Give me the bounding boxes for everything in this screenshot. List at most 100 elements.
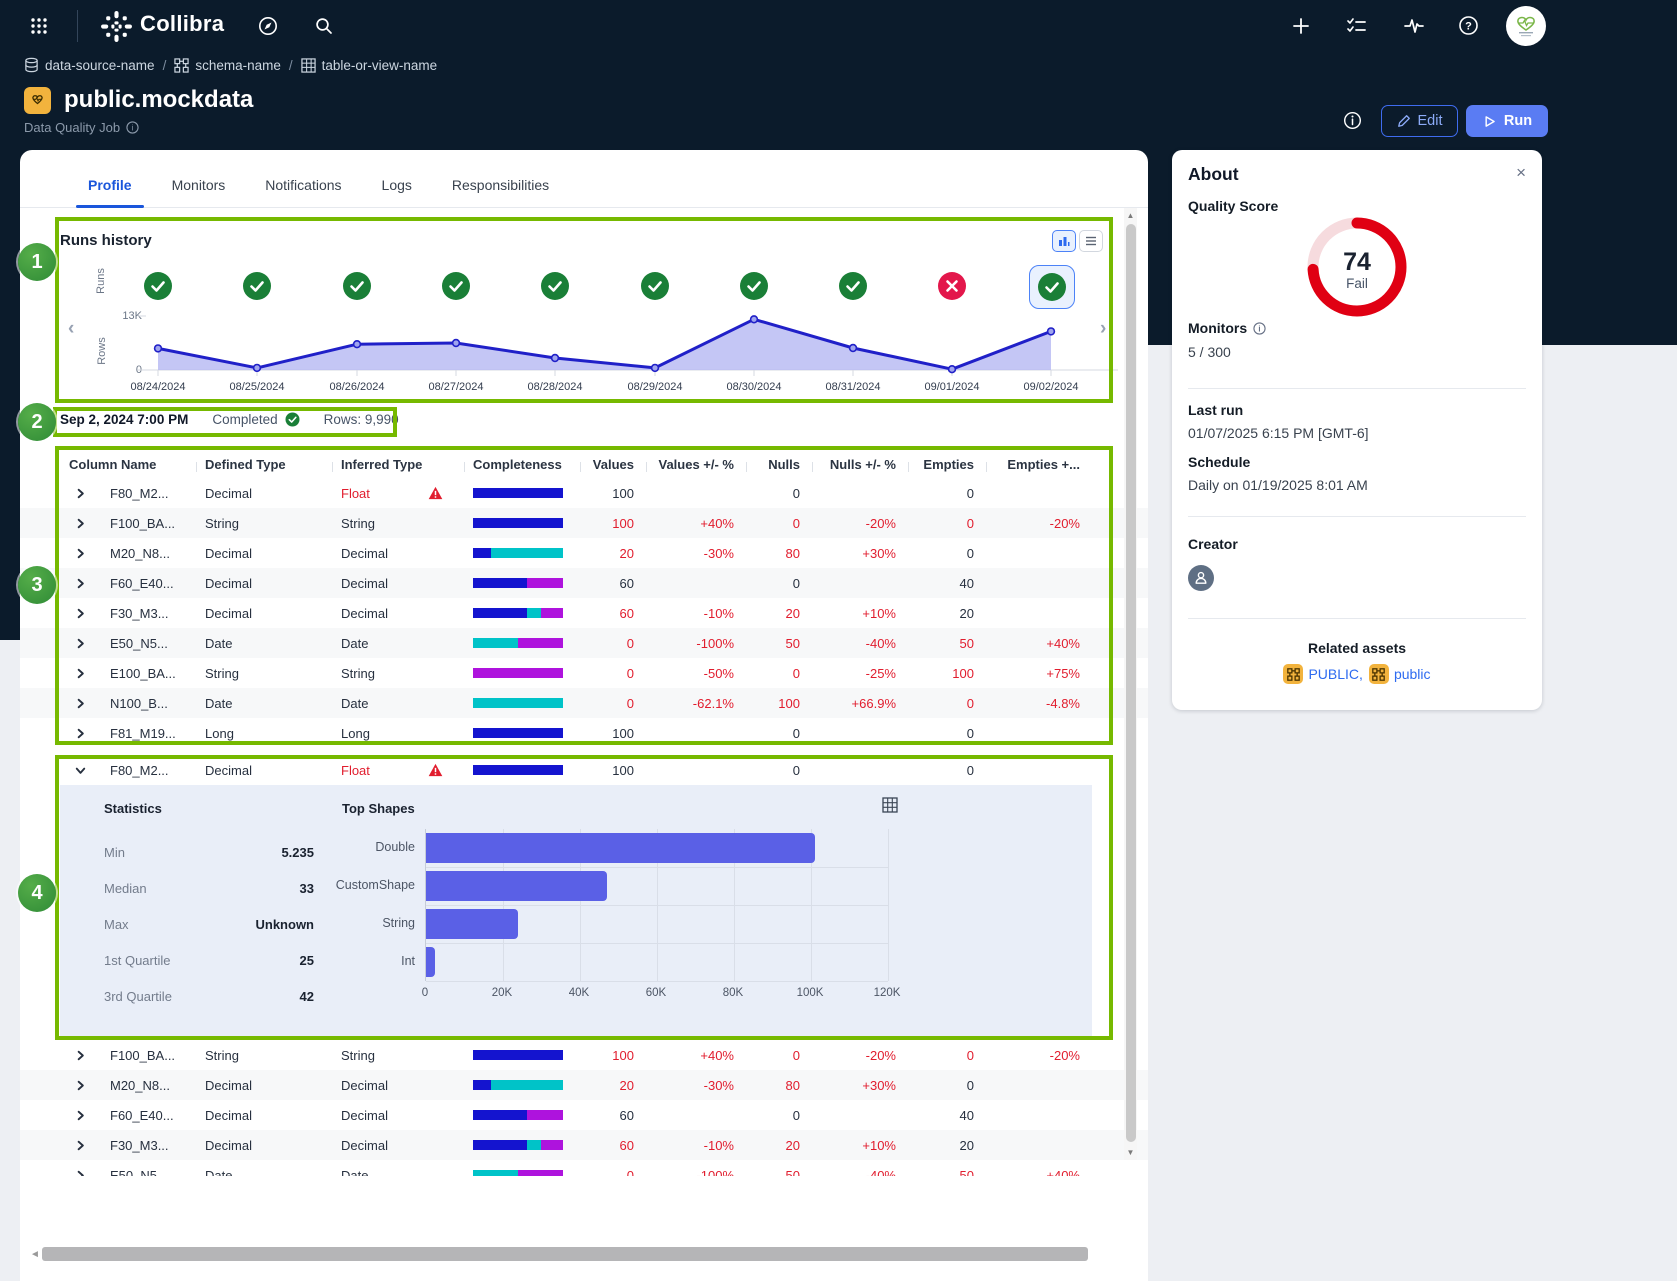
column-header-1[interactable]: Column Name xyxy=(60,457,196,472)
table-row-F80_M2[interactable]: F80_M2...DecimalFloat10000 xyxy=(20,478,1148,508)
breadcrumb-item-table-or-view-name[interactable]: table-or-view-name xyxy=(301,58,438,73)
breadcrumb-item-schema-name[interactable]: schema-name xyxy=(174,58,281,73)
metric-cell-1: 0 xyxy=(580,1168,646,1177)
row-expand-icon[interactable] xyxy=(60,696,100,711)
tasks-checklist-icon[interactable] xyxy=(1347,17,1367,35)
collibra-logo-icon[interactable] xyxy=(100,10,133,43)
user-avatar[interactable] xyxy=(1506,6,1546,46)
row-expand-icon[interactable] xyxy=(60,763,100,778)
table-row-F60_E40[interactable]: F60_E40...DecimalDecimal60040 xyxy=(20,1100,1148,1130)
horizontal-scroll-thumb[interactable] xyxy=(42,1247,1088,1261)
table-row-F30_M3[interactable]: F30_M3...DecimalDecimal60-10%20+10%20 xyxy=(20,598,1148,628)
edit-button[interactable]: Edit xyxy=(1381,105,1458,137)
table-row-E50_N5[interactable]: E50_N5...DateDate0-100%50-40%50+40% xyxy=(20,1160,1148,1176)
run-status-pass-6[interactable] xyxy=(633,265,677,307)
close-icon[interactable]: × xyxy=(1516,163,1526,183)
run-status-pass-7[interactable] xyxy=(732,265,776,307)
carousel-prev-icon[interactable]: ‹ xyxy=(68,318,74,340)
column-header-4[interactable]: Completeness xyxy=(464,457,580,472)
column-header-6[interactable]: Values +/- % xyxy=(646,457,746,472)
left-dark-strip xyxy=(0,345,20,640)
row-expand-icon[interactable] xyxy=(60,1168,100,1177)
activity-pulse-icon[interactable] xyxy=(1404,17,1424,35)
column-header-10[interactable]: Empties +... xyxy=(986,457,1092,472)
tab-notifications[interactable]: Notifications xyxy=(249,177,357,207)
run-status-pass-4[interactable] xyxy=(434,265,478,307)
column-header-7[interactable]: Nulls xyxy=(746,457,812,472)
table-row-F100_BA[interactable]: F100_BA...StringString100+40%0-20%0-20% xyxy=(20,508,1148,538)
run-status-pass-1[interactable] xyxy=(136,265,180,307)
add-icon[interactable] xyxy=(1292,17,1310,35)
vertical-scroll-thumb[interactable] xyxy=(1126,224,1136,1142)
column-header-2[interactable]: Defined Type xyxy=(196,457,332,472)
shape-bar-string[interactable] xyxy=(426,909,518,939)
search-icon[interactable] xyxy=(315,17,333,35)
tab-logs[interactable]: Logs xyxy=(366,177,428,207)
creator-avatar[interactable] xyxy=(1188,565,1214,591)
horizontal-scrollbar[interactable]: ◄ xyxy=(28,1246,1120,1262)
column-header-9[interactable]: Empties xyxy=(908,457,986,472)
tab-monitors[interactable]: Monitors xyxy=(156,177,242,207)
related-asset-PUBLIC[interactable]: PUBLIC, xyxy=(1283,664,1362,684)
compass-icon[interactable] xyxy=(258,16,278,36)
row-expand-icon[interactable] xyxy=(60,1138,100,1153)
page-info-icon[interactable] xyxy=(1343,111,1362,130)
table-row-E100_BA[interactable]: E100_BA...StringString0-50%0-25%100+75% xyxy=(20,658,1148,688)
column-header-3[interactable]: Inferred Type xyxy=(332,457,464,472)
tab-responsibilities[interactable]: Responsibilities xyxy=(436,177,565,207)
run-status-pass-5[interactable] xyxy=(533,265,577,307)
row-expand-icon[interactable] xyxy=(60,486,100,501)
shape-bar-customshape[interactable] xyxy=(426,871,607,901)
metric-cell-1: 100 xyxy=(580,486,646,501)
monitors-info-icon[interactable]: i xyxy=(1253,322,1266,335)
row-expand-icon[interactable] xyxy=(60,1048,100,1063)
row-expand-icon[interactable] xyxy=(60,1078,100,1093)
table-row-F30_M3[interactable]: F30_M3...DecimalDecimal60-10%20+10%20 xyxy=(20,1130,1148,1160)
run-status-fail-9[interactable] xyxy=(930,265,974,307)
column-header-5[interactable]: Values xyxy=(580,457,646,472)
row-expand-icon[interactable] xyxy=(60,606,100,621)
row-expand-icon[interactable] xyxy=(60,666,100,681)
table-row-F60_E40[interactable]: F60_E40...DecimalDecimal60040 xyxy=(20,568,1148,598)
run-status-pass-8[interactable] xyxy=(831,265,875,307)
table-row-F100_BA[interactable]: F100_BA...StringString100+40%0-20%0-20% xyxy=(20,1040,1148,1070)
apps-grid-icon[interactable] xyxy=(30,17,48,35)
related-asset-public[interactable]: public xyxy=(1369,664,1431,684)
scroll-left-arrow[interactable]: ◄ xyxy=(28,1249,42,1260)
metric-cell-6: -4.8% xyxy=(986,696,1092,711)
table-row-E50_N5[interactable]: E50_N5...DateDate0-100%50-40%50+40% xyxy=(20,628,1148,658)
column-header-8[interactable]: Nulls +/- % xyxy=(812,457,908,472)
chart-view-button[interactable] xyxy=(1052,230,1076,252)
breadcrumb-item-data-source-name[interactable]: data-source-name xyxy=(24,57,155,73)
run-status-pass-2[interactable] xyxy=(235,265,279,307)
list-view-button[interactable] xyxy=(1079,230,1103,252)
collibra-logo-text: Collibra xyxy=(140,11,224,37)
row-expand-icon[interactable] xyxy=(60,636,100,651)
table-row-F81_M19[interactable]: F81_M19...LongLong10000 xyxy=(20,718,1148,748)
last-run-label: Last run xyxy=(1188,402,1243,418)
scroll-up-arrow[interactable]: ▲ xyxy=(1126,211,1135,220)
table-row-F80_M2[interactable]: F80_M2...DecimalFloat10000 xyxy=(20,755,1148,785)
row-expand-icon[interactable] xyxy=(60,726,100,741)
completeness-bar xyxy=(464,488,580,498)
row-expand-icon[interactable] xyxy=(60,1108,100,1123)
subtitle-info-icon[interactable]: i xyxy=(126,121,139,134)
shape-bar-double[interactable] xyxy=(426,833,815,863)
run-button[interactable]: Run xyxy=(1466,105,1548,137)
help-icon[interactable]: ? xyxy=(1458,15,1479,36)
table-row-M20_N8[interactable]: M20_N8...DecimalDecimal20-30%80+30%0 xyxy=(20,538,1148,568)
table-row-M20_N8[interactable]: M20_N8...DecimalDecimal20-30%80+30%0 xyxy=(20,1070,1148,1100)
table-view-icon[interactable] xyxy=(882,797,898,813)
vertical-scrollbar[interactable]: ▲ ▼ xyxy=(1124,208,1137,1160)
row-expand-icon[interactable] xyxy=(60,516,100,531)
shape-bar-int[interactable] xyxy=(426,947,435,977)
row-expand-icon[interactable] xyxy=(60,576,100,591)
run-status-pass-10[interactable] xyxy=(1029,265,1075,309)
table-row-N100_B[interactable]: N100_B...DateDate0-62.1%100+66.9%0-4.8% xyxy=(20,688,1148,718)
scroll-down-arrow[interactable]: ▼ xyxy=(1126,1148,1135,1157)
metric-cell-2: -100% xyxy=(646,1168,746,1177)
table-rows-top: F80_M2...DecimalFloat10000F100_BA...Stri… xyxy=(20,478,1148,748)
row-expand-icon[interactable] xyxy=(60,546,100,561)
run-status-pass-3[interactable] xyxy=(335,265,379,307)
tab-profile[interactable]: Profile xyxy=(72,177,148,207)
